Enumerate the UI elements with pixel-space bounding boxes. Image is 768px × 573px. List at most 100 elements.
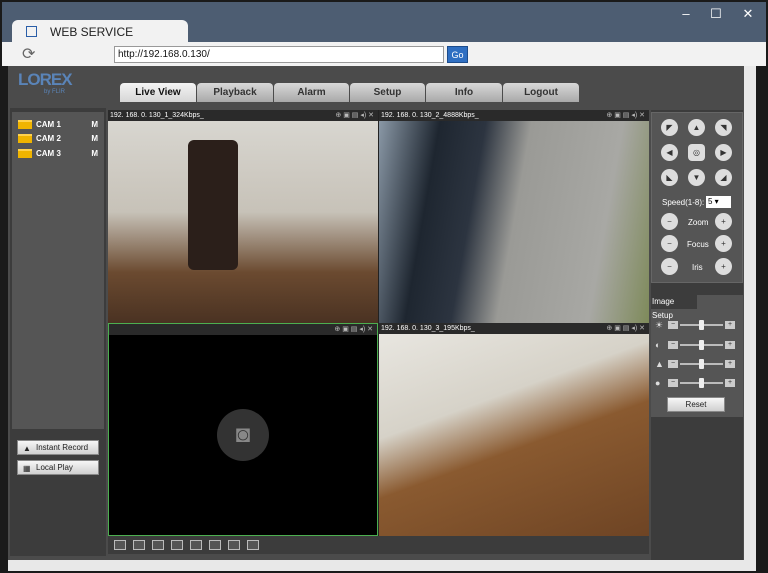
increase-button[interactable]: +: [725, 341, 735, 349]
slider-handle[interactable]: [699, 320, 704, 330]
contrast-icon: ◐: [655, 340, 661, 350]
focus-minus-button[interactable]: −: [661, 235, 678, 252]
feed-tools[interactable]: ⊕ ▣ ▤ ◂) ✕: [606, 110, 645, 121]
contrast-slider[interactable]: ◐ − +: [655, 340, 737, 350]
layout-9-icon[interactable]: [190, 540, 202, 550]
browser-tab[interactable]: WEB SERVICE: [12, 20, 188, 44]
iris-plus-button[interactable]: +: [715, 258, 732, 275]
tab-live-view[interactable]: Live View: [120, 83, 196, 102]
speed-label: Speed(1-8):: [662, 198, 705, 207]
ptz-up-right-button[interactable]: ◥: [715, 119, 732, 136]
feed-tools[interactable]: ⊕ ▣ ▤ ◂) ✕: [334, 324, 373, 335]
layout-16-icon[interactable]: [228, 540, 240, 550]
stream-type: M: [91, 149, 98, 158]
camera-name: CAM 3: [36, 149, 61, 158]
saturation-slider[interactable]: ▲ − +: [655, 359, 737, 369]
video-cell-2[interactable]: 192. 168. 0. 130_2_4888Kbps_ ⊕ ▣ ▤ ◂) ✕: [379, 110, 649, 323]
increase-button[interactable]: +: [725, 360, 735, 368]
video-grid: 192. 168. 0. 130_1_324Kbps_ ⊕ ▣ ▤ ◂) ✕ 1…: [108, 110, 649, 536]
feed-label: 192. 168. 0. 130_2_4888Kbps_: [381, 112, 479, 119]
refresh-icon[interactable]: ⟳: [22, 44, 35, 64]
slider-handle[interactable]: [699, 340, 704, 350]
lorex-logo: LOREX: [18, 70, 73, 89]
ptz-down-left-button[interactable]: ◣: [661, 169, 678, 186]
video-cell-1[interactable]: 192. 168. 0. 130_1_324Kbps_ ⊕ ▣ ▤ ◂) ✕: [108, 110, 378, 323]
increase-button[interactable]: +: [725, 379, 735, 387]
camera-feed: [108, 121, 378, 323]
layout-13-icon[interactable]: [209, 540, 221, 550]
layout-6-icon[interactable]: [152, 540, 164, 550]
video-cell-4[interactable]: 192. 168. 0. 130_3_195Kbps_ ⊕ ▣ ▤ ◂) ✕: [379, 323, 649, 536]
decrease-button[interactable]: −: [668, 360, 678, 368]
feed-tools[interactable]: ⊕ ▣ ▤ ◂) ✕: [606, 323, 645, 334]
ptz-down-button[interactable]: ▼: [688, 169, 705, 186]
instant-record-label: Instant Record: [36, 443, 89, 452]
film-icon: ▦: [23, 464, 31, 473]
camera-list: [12, 112, 104, 429]
camera-name: CAM 1: [36, 120, 61, 129]
decrease-button[interactable]: −: [668, 321, 678, 329]
speed-select[interactable]: 5 ▾: [706, 196, 731, 208]
focus-label: Focus: [687, 240, 709, 249]
feed-label: 192. 168. 0. 130_3_195Kbps_: [381, 325, 475, 332]
fullscreen-icon[interactable]: [247, 540, 259, 550]
maximize-button[interactable]: ☐: [706, 6, 726, 22]
speed-value: 5: [708, 197, 713, 206]
warning-icon: ▲: [23, 444, 31, 453]
camera-feed: [379, 334, 649, 536]
hue-slider[interactable]: ● − +: [655, 378, 737, 388]
instant-record-button[interactable]: ▲ Instant Record: [17, 440, 99, 455]
camera-item[interactable]: CAM 3 M: [18, 149, 98, 158]
camera-item[interactable]: CAM 1 M: [18, 120, 98, 129]
ptz-right-button[interactable]: ▶: [715, 144, 732, 161]
vertical-scrollbar[interactable]: [744, 66, 756, 560]
image-setup-title: Image Setup: [651, 295, 697, 320]
local-play-button[interactable]: ▦ Local Play: [17, 460, 99, 475]
tab-logout[interactable]: Logout: [503, 83, 579, 102]
brightness-slider[interactable]: ☀ − +: [655, 320, 737, 330]
url-input[interactable]: http://192.168.0.130/: [114, 46, 444, 63]
stream-type: M: [91, 134, 98, 143]
reset-button[interactable]: Reset: [667, 397, 725, 412]
go-button[interactable]: Go: [447, 46, 468, 63]
camera-feed: [379, 121, 649, 323]
iris-minus-button[interactable]: −: [661, 258, 678, 275]
slider-handle[interactable]: [699, 378, 704, 388]
increase-button[interactable]: +: [725, 321, 735, 329]
feed-tools[interactable]: ⊕ ▣ ▤ ◂) ✕: [335, 110, 374, 121]
zoom-out-button[interactable]: −: [661, 213, 678, 230]
tab-setup[interactable]: Setup: [350, 83, 425, 102]
tab-alarm[interactable]: Alarm: [274, 83, 349, 102]
close-button[interactable]: ✕: [738, 6, 758, 22]
tab-info[interactable]: Info: [426, 83, 502, 102]
feed-label: 192. 168. 0. 130_1_324Kbps_: [110, 112, 204, 119]
folder-icon: [18, 120, 32, 129]
chair-shape: [188, 140, 238, 270]
camera-name: CAM 2: [36, 134, 61, 143]
window-icon: [26, 26, 37, 37]
camera-item[interactable]: CAM 2 M: [18, 134, 98, 143]
brightness-icon: ☀: [655, 320, 664, 330]
ptz-up-left-button[interactable]: ◤: [661, 119, 678, 136]
layout-4-icon[interactable]: [133, 540, 145, 550]
tab-playback[interactable]: Playback: [197, 83, 273, 102]
stream-type: M: [91, 120, 98, 129]
zoom-in-button[interactable]: +: [715, 213, 732, 230]
focus-plus-button[interactable]: +: [715, 235, 732, 252]
decrease-button[interactable]: −: [668, 379, 678, 387]
decrease-button[interactable]: −: [668, 341, 678, 349]
minimize-button[interactable]: –: [676, 6, 696, 21]
horizontal-scrollbar[interactable]: [8, 560, 756, 571]
ptz-up-button[interactable]: ▲: [688, 119, 705, 136]
hue-icon: ●: [655, 378, 661, 388]
layout-1-icon[interactable]: [114, 540, 126, 550]
ptz-left-button[interactable]: ◀: [661, 144, 678, 161]
slider-handle[interactable]: [699, 359, 704, 369]
zoom-label: Zoom: [688, 218, 709, 227]
video-cell-3[interactable]: ◙ ⊕ ▣ ▤ ◂) ✕: [108, 323, 378, 536]
ptz-down-right-button[interactable]: ◢: [715, 169, 732, 186]
layout-8-icon[interactable]: [171, 540, 183, 550]
ptz-center-button[interactable]: ◎: [688, 144, 705, 161]
folder-icon: [18, 149, 32, 158]
logo-subtitle: by FLIR: [44, 89, 66, 95]
